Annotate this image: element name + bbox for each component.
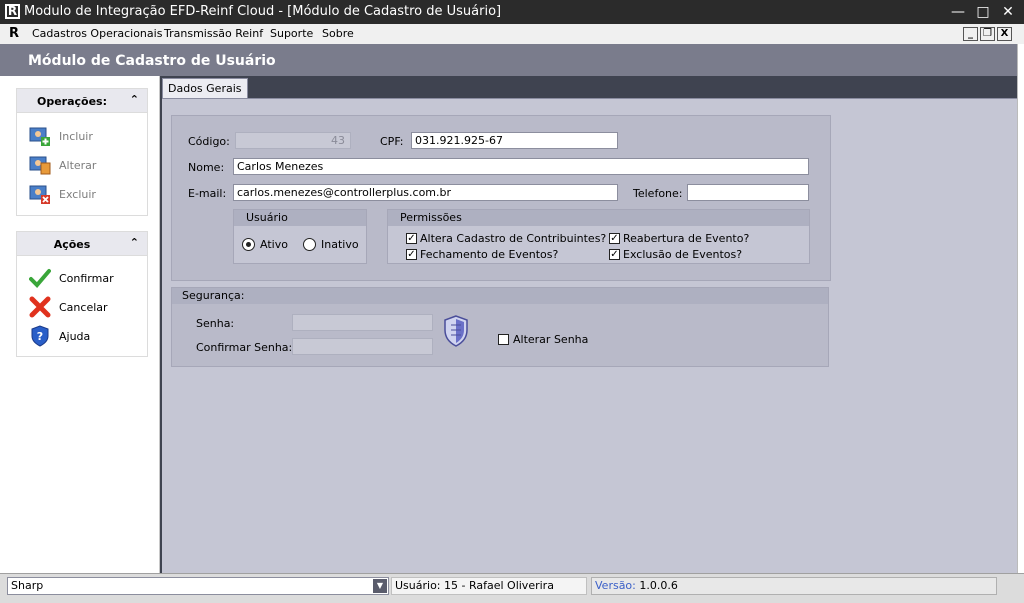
right-edge <box>1017 44 1024 573</box>
ajuda-label: Ajuda <box>59 330 91 343</box>
delete-user-icon <box>29 185 50 204</box>
exclusao-eventos-label: Exclusão de Eventos? <box>623 248 743 261</box>
inativo-radio[interactable] <box>303 238 316 251</box>
dados-panel: Código: 43 CPF: 031.921.925-67 Nome: Car… <box>171 115 831 281</box>
telefone-field[interactable] <box>687 184 809 201</box>
chevron-up-icon[interactable]: ⌃ <box>130 236 139 249</box>
status-version: Versão: 1.0.0.6 <box>591 577 997 595</box>
email-field[interactable]: carlos.menezes@controllerplus.com.br <box>233 184 618 201</box>
check-icon <box>29 269 51 288</box>
add-user-icon <box>29 127 50 146</box>
close-icon[interactable]: ✕ <box>999 3 1017 21</box>
operacoes-group: Operações: ⌃ Incluir Alterar Excluir <box>16 88 148 216</box>
tab-page: Código: 43 CPF: 031.921.925-67 Nome: Car… <box>162 98 1017 573</box>
maximize-icon[interactable]: □ <box>974 3 992 21</box>
telefone-label: Telefone: <box>633 187 683 200</box>
chevron-down-icon[interactable]: ▼ <box>373 579 387 593</box>
ativo-radio[interactable] <box>242 238 255 251</box>
alterar-label: Alterar <box>59 159 97 172</box>
mdi-close-icon[interactable]: X <box>997 27 1012 41</box>
acoes-header[interactable]: Ações ⌃ <box>17 232 147 256</box>
operacoes-title: Operações: <box>36 95 108 108</box>
mdi-minimize-icon[interactable]: _ <box>963 27 978 41</box>
confirmar-label: Confirmar <box>59 272 114 285</box>
menu-sobre[interactable]: Sobre <box>322 27 354 40</box>
menu-transmissao-reinf[interactable]: Transmissão Reinf <box>164 27 263 40</box>
senha-field <box>292 314 433 331</box>
senha-label: Senha: <box>196 317 235 330</box>
cancelar-label: Cancelar <box>59 301 108 314</box>
altera-cadastro-checkbox[interactable]: ✓ <box>406 233 417 244</box>
inativo-label: Inativo <box>321 238 359 251</box>
exclusao-eventos-checkbox[interactable]: ✓ <box>609 249 620 260</box>
alterar-senha-checkbox[interactable] <box>498 334 509 345</box>
altera-cadastro-label: Altera Cadastro de Contribuintes? <box>420 232 607 245</box>
module-header: Módulo de Cadastro de Usuário <box>0 44 1017 76</box>
confirmar-senha-field <box>292 338 433 355</box>
permissoes-group: Permissões ✓ Altera Cadastro de Contribu… <box>387 209 810 264</box>
permissoes-title: Permissões <box>388 210 809 226</box>
usuario-title: Usuário <box>234 210 366 226</box>
help-shield-icon: ? <box>31 325 49 347</box>
fechamento-eventos-label: Fechamento de Eventos? <box>420 248 559 261</box>
edit-user-icon <box>29 156 51 175</box>
status-bar: Sharp ▼ Usuário: 15 - Rafael Oliverira V… <box>0 573 1024 603</box>
incluir-label: Incluir <box>59 130 93 143</box>
version-value: 1.0.0.6 <box>639 579 678 592</box>
title-bar: R Modulo de Integração EFD-Reinf Cloud -… <box>0 0 1024 24</box>
menu-cadastros-operacionais[interactable]: Cadastros Operacionais <box>32 27 162 40</box>
app-logo-icon: R <box>5 4 20 19</box>
security-shield-icon <box>444 315 468 347</box>
nome-field[interactable]: Carlos Menezes <box>233 158 809 175</box>
theme-select-value: Sharp <box>11 579 44 592</box>
minimize-icon[interactable]: — <box>949 3 967 21</box>
nome-label: Nome: <box>188 161 225 174</box>
cpf-label: CPF: <box>380 135 404 148</box>
confirmar-senha-label: Confirmar Senha: <box>196 341 293 354</box>
menu-logo-icon: R <box>9 26 20 41</box>
acoes-group: Ações ⌃ Confirmar Cancelar ? Ajuda <box>16 231 148 357</box>
alterar-senha-label: Alterar Senha <box>513 333 589 346</box>
seguranca-panel: Segurança: Senha: Confirmar Senha: Alter… <box>171 287 829 367</box>
left-pane: Operações: ⌃ Incluir Alterar Excluir Açõ… <box>0 76 160 573</box>
mdi-restore-icon[interactable]: ❐ <box>980 27 995 41</box>
status-user: Usuário: 15 - Rafael Oliverira <box>391 577 587 595</box>
cross-icon <box>29 296 51 318</box>
fechamento-eventos-checkbox[interactable]: ✓ <box>406 249 417 260</box>
operacoes-header[interactable]: Operações: ⌃ <box>17 89 147 113</box>
menu-suporte[interactable]: Suporte <box>270 27 313 40</box>
codigo-field: 43 <box>235 132 351 149</box>
tab-dados-gerais[interactable]: Dados Gerais <box>162 78 248 99</box>
email-label: E-mail: <box>188 187 227 200</box>
version-label: Versão: <box>595 579 636 592</box>
chevron-up-icon[interactable]: ⌃ <box>130 93 139 106</box>
svg-text:?: ? <box>37 330 43 343</box>
page-title: Módulo de Cadastro de Usuário <box>28 53 276 69</box>
seguranca-title: Segurança: <box>172 288 828 304</box>
acoes-title: Ações <box>53 238 91 251</box>
reabertura-evento-label: Reabertura de Evento? <box>623 232 750 245</box>
menu-bar: R Cadastros Operacionais Transmissão Rei… <box>0 24 1024 44</box>
window-title: Modulo de Integração EFD-Reinf Cloud - [… <box>24 4 502 19</box>
ativo-label: Ativo <box>260 238 288 251</box>
reabertura-evento-checkbox[interactable]: ✓ <box>609 233 620 244</box>
cpf-field[interactable]: 031.921.925-67 <box>411 132 618 149</box>
content-area: Dados Gerais Código: 43 CPF: 031.921.925… <box>160 76 1017 573</box>
theme-select[interactable]: Sharp ▼ <box>7 577 389 595</box>
usuario-group: Usuário Ativo Inativo <box>233 209 367 264</box>
excluir-label: Excluir <box>59 188 96 201</box>
codigo-label: Código: <box>188 135 230 148</box>
